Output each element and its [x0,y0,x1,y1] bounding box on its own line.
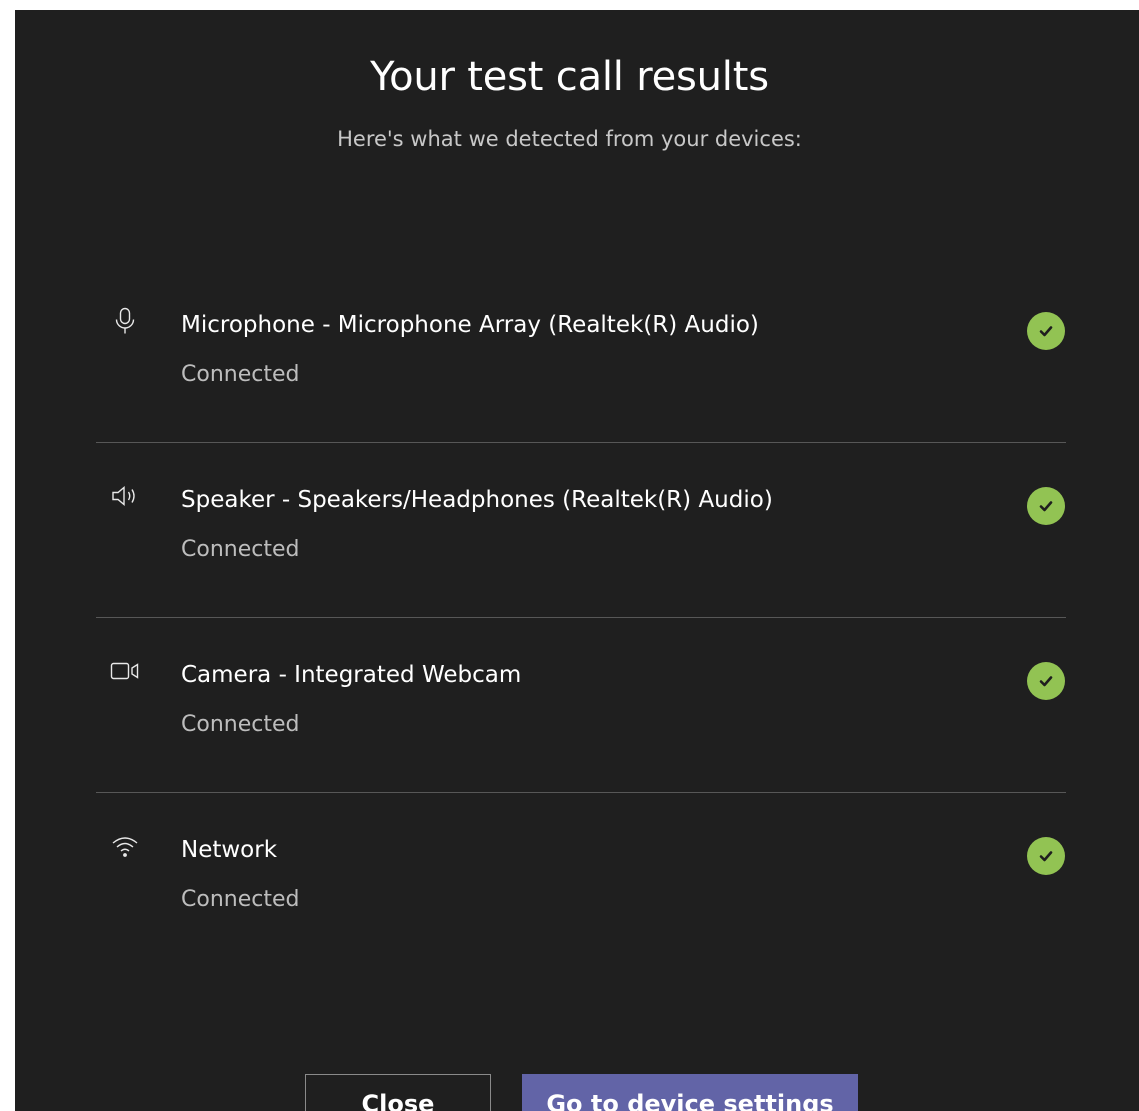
dialog-title: Your test call results [370,54,769,100]
check-icon [1027,662,1065,700]
check-icon [1027,312,1065,350]
test-call-results-dialog: Your test call results Here's what we de… [15,10,1139,1111]
device-row-microphone: Microphone - Microphone Array (Realtek(R… [96,268,1066,443]
device-status: Connected [181,712,300,737]
device-list: Microphone - Microphone Array (Realtek(R… [96,268,1066,967]
dialog-subtitle: Here's what we detected from your device… [337,127,802,151]
device-name: Camera - Integrated Webcam [181,662,522,688]
go-to-device-settings-button[interactable]: Go to device settings [522,1074,858,1111]
wifi-icon [110,831,140,861]
speaker-icon [110,481,140,511]
camera-icon [110,656,140,686]
check-icon [1027,837,1065,875]
device-status: Connected [181,537,300,562]
device-name: Speaker - Speakers/Headphones (Realtek(R… [181,487,773,513]
device-name: Microphone - Microphone Array (Realtek(R… [181,312,759,338]
microphone-icon [110,306,140,336]
device-name: Network [181,837,278,863]
device-status: Connected [181,362,300,387]
device-row-speaker: Speaker - Speakers/Headphones (Realtek(R… [96,443,1066,618]
device-status: Connected [181,887,300,912]
check-icon [1027,487,1065,525]
device-row-camera: Camera - Integrated Webcam Connected [96,618,1066,793]
device-row-network: Network Connected [96,793,1066,967]
close-button[interactable]: Close [305,1074,491,1111]
